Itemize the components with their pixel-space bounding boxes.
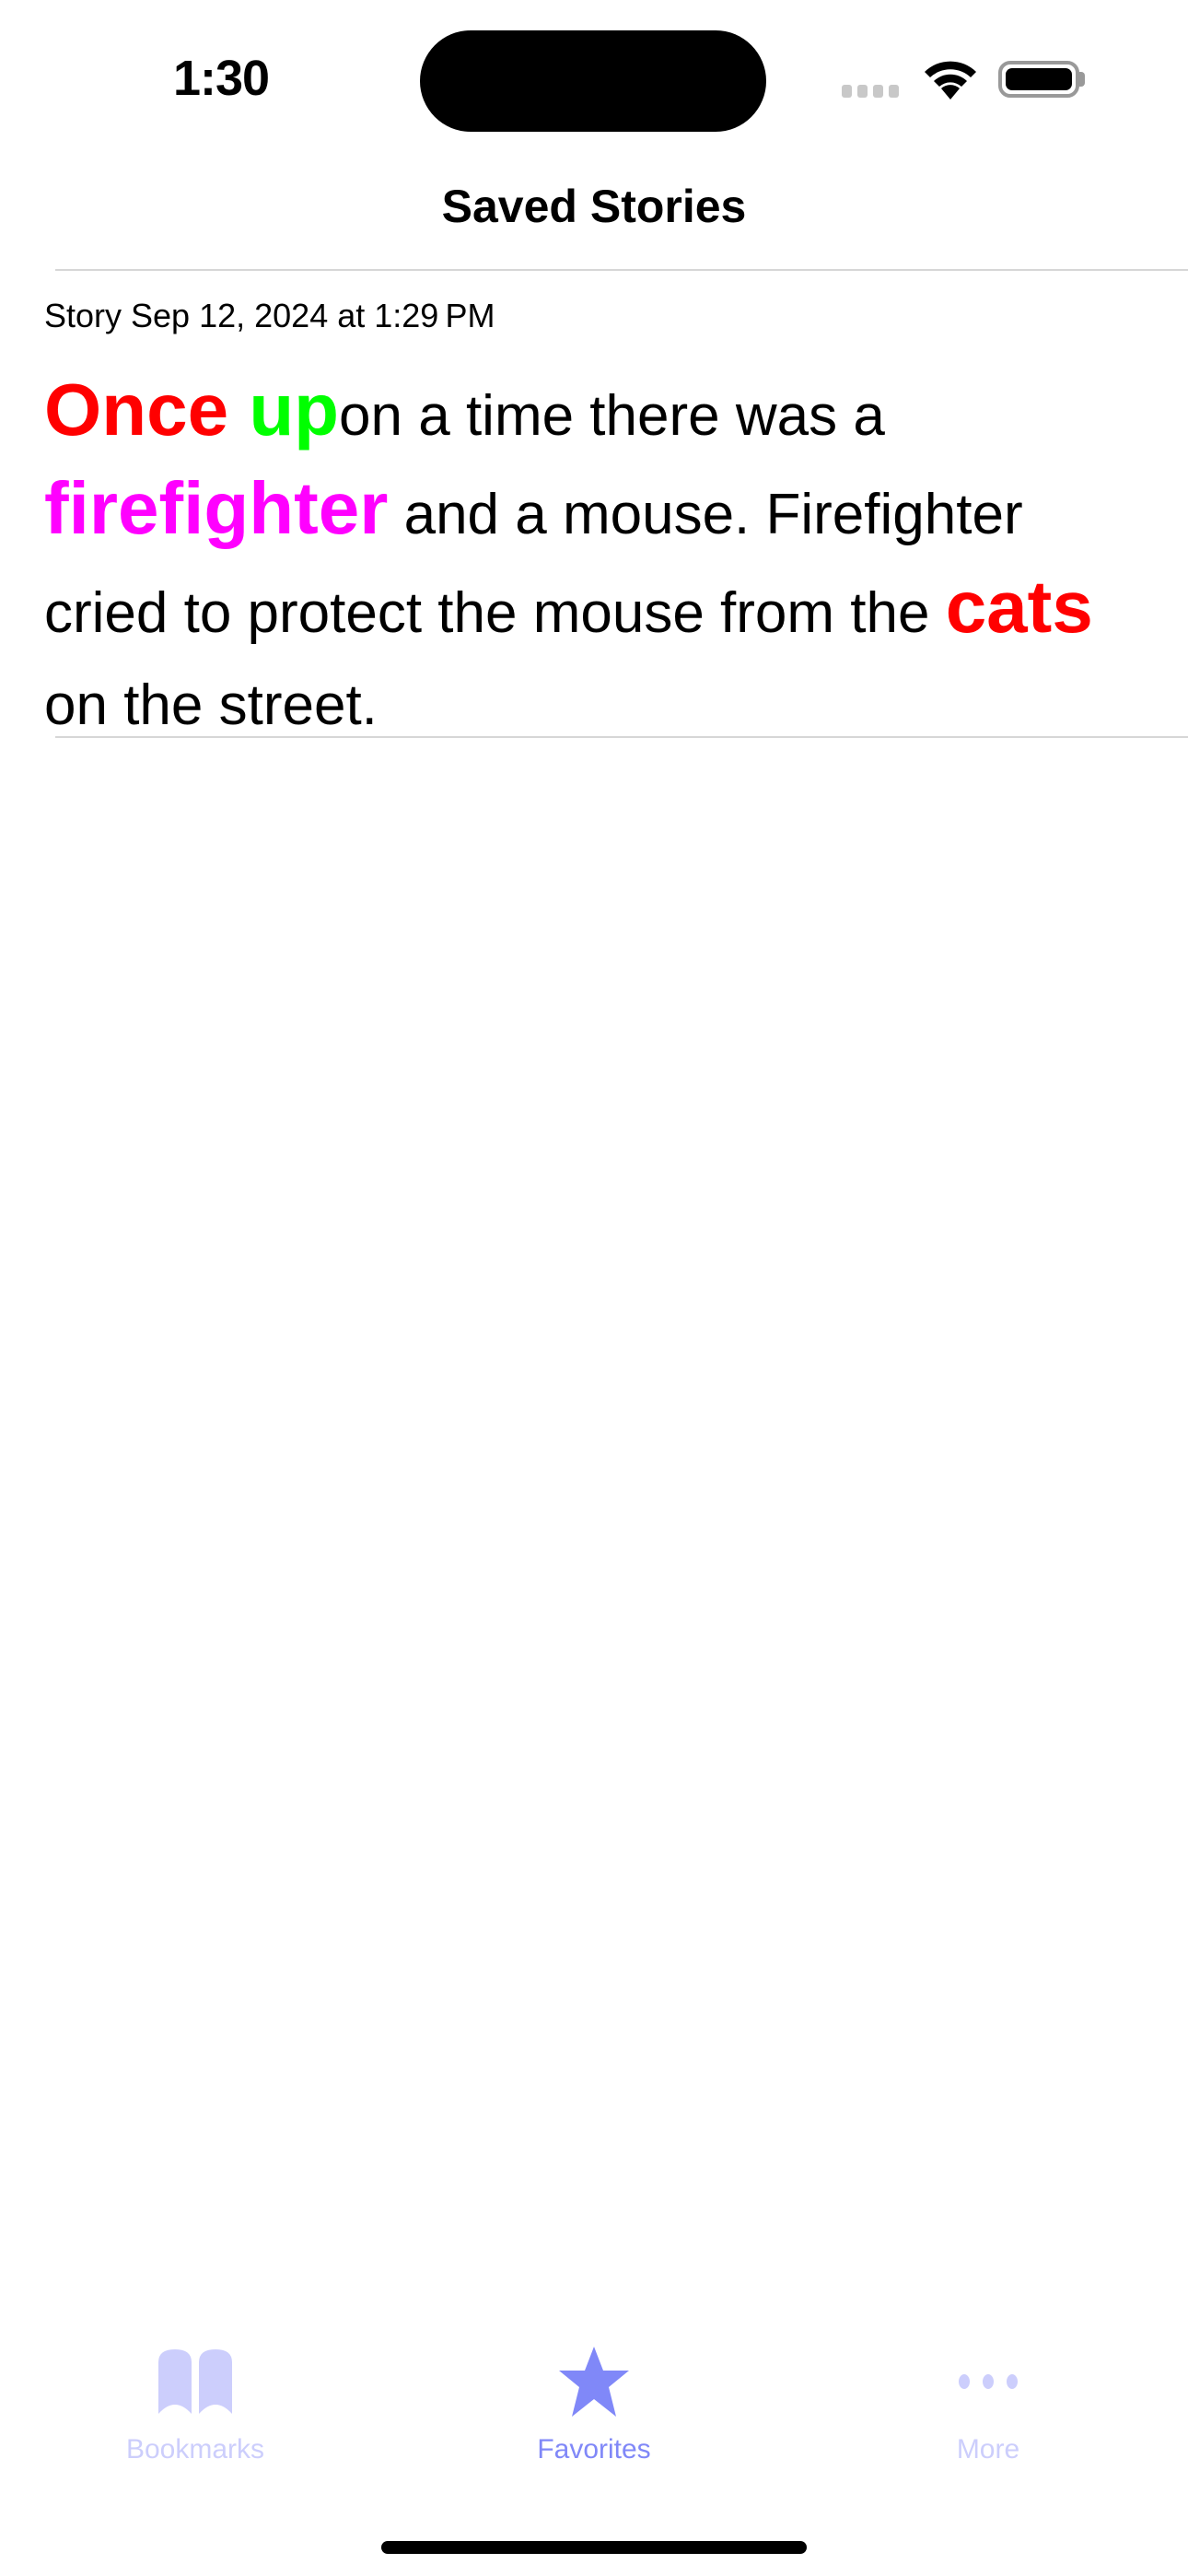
cellular-signal-icon — [842, 85, 899, 98]
tab-favorites[interactable]: Favorites — [456, 2340, 732, 2465]
book-icon — [57, 2340, 333, 2423]
tab-more[interactable]: More — [850, 2340, 1126, 2465]
story-timestamp: Story Sep 12, 2024 at 1:29 PM — [44, 297, 495, 334]
tab-label: Favorites — [537, 2434, 651, 2465]
page-title: Saved Stories — [441, 181, 747, 232]
highlighted-word: cats — [945, 566, 1093, 648]
dynamic-island — [420, 30, 766, 132]
tab-bar: Bookmarks Favorites More — [0, 2340, 1188, 2488]
tab-label: More — [956, 2434, 1020, 2465]
divider-bottom — [55, 736, 1188, 738]
highlighted-word: Once — [44, 369, 250, 451]
star-icon — [456, 2340, 732, 2423]
status-bar: 1:30 — [0, 0, 1188, 157]
highlighted-word: up — [249, 369, 340, 451]
highlighted-word: firefighter — [44, 467, 389, 549]
divider-top — [55, 269, 1188, 271]
status-time: 1:30 — [173, 51, 270, 106]
story-text-segment: on the street. — [44, 673, 378, 737]
story-text: Once upon a time there was a firefighter… — [44, 364, 1149, 752]
ellipsis-icon — [850, 2340, 1126, 2423]
wifi-icon — [925, 61, 976, 100]
tab-label: Bookmarks — [125, 2434, 265, 2465]
battery-icon — [998, 61, 1079, 98]
tab-bookmarks[interactable]: Bookmarks — [57, 2340, 333, 2465]
story-text-segment: on a time there was a — [339, 384, 885, 448]
battery-tip — [1079, 72, 1085, 87]
home-indicator[interactable] — [381, 2541, 807, 2554]
